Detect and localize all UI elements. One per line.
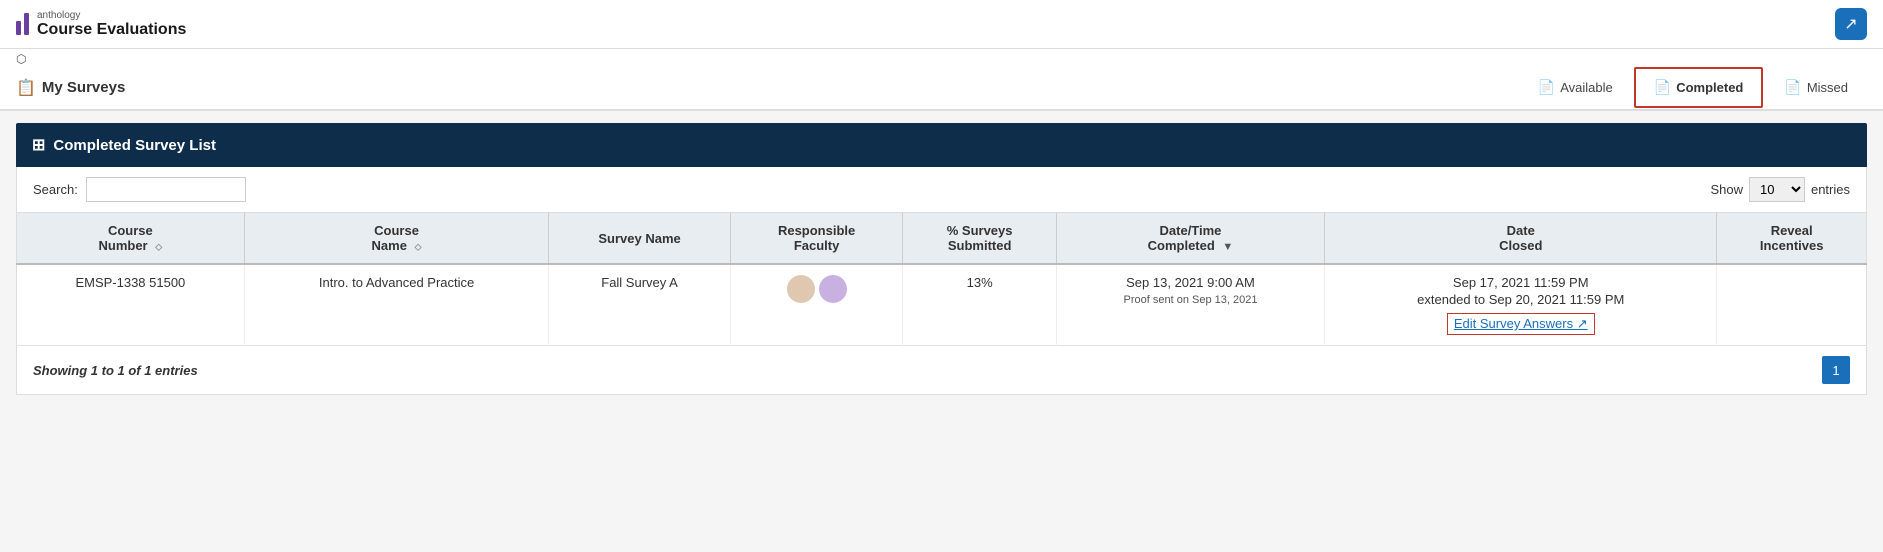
table-controls: Search: Show 10 25 50 100 entries <box>16 167 1867 213</box>
date-completed-value: Sep 13, 2021 9:00 AM <box>1126 275 1255 290</box>
main-container: ⊞ Completed Survey List Search: Show 10 … <box>0 111 1883 407</box>
completed-survey-table: CourseNumber ⬦ CourseName ⬦ Survey Name … <box>16 213 1867 346</box>
percent-submitted-value: 13% <box>967 275 993 290</box>
col-header-responsible-faculty: ResponsibleFaculty <box>730 213 903 264</box>
cell-course-number: EMSP-1338 51500 <box>17 264 245 346</box>
col-header-survey-name: Survey Name <box>549 213 730 264</box>
available-tab-label: Available <box>1560 80 1613 95</box>
page-title: 📋 My Surveys <box>16 78 1519 98</box>
col-header-date-completed[interactable]: Date/TimeCompleted ▼ <box>1056 213 1324 264</box>
cell-percent-submitted: 13% <box>903 264 1056 346</box>
table-header-row: CourseNumber ⬦ CourseName ⬦ Survey Name … <box>17 213 1867 264</box>
cell-course-name: Intro. to Advanced Practice <box>244 264 549 346</box>
tab-completed[interactable]: 📄 Completed <box>1634 67 1764 108</box>
logo-bar-2 <box>24 13 29 35</box>
col-header-date-closed: DateClosed <box>1325 213 1717 264</box>
missed-tab-icon: 📄 <box>1784 79 1801 96</box>
col-header-course-number[interactable]: CourseNumber ⬦ <box>17 213 245 264</box>
survey-name-value: Fall Survey A <box>601 275 678 290</box>
proof-sent-text: Proof sent on Sep 13, 2021 <box>1069 294 1312 306</box>
tab-missed[interactable]: 📄 Missed <box>1765 68 1867 107</box>
col-header-course-name[interactable]: CourseName ⬦ <box>244 213 549 264</box>
table-row: EMSP-1338 51500 Intro. to Advanced Pract… <box>17 264 1867 346</box>
available-tab-icon: 📄 <box>1538 79 1555 96</box>
edit-survey-label: Edit Survey Answers ↗ <box>1454 316 1588 331</box>
avatar-2 <box>819 275 847 303</box>
cell-reveal-incentives <box>1717 264 1867 346</box>
course-name-value: Intro. to Advanced Practice <box>319 275 474 290</box>
nav-tabs: 📄 Available 📄 Completed 📄 Missed <box>1519 67 1867 108</box>
logo-bar-1 <box>16 21 21 35</box>
section-header: ⊞ Completed Survey List <box>16 123 1867 167</box>
show-area: Show 10 25 50 100 entries <box>1710 177 1850 202</box>
logo-bottom-text: Course Evaluations <box>37 21 186 39</box>
date-closed-value: Sep 17, 2021 11:59 PM <box>1337 275 1704 290</box>
avatar-1 <box>787 275 815 303</box>
logo-bars <box>16 13 29 35</box>
search-input[interactable] <box>86 177 246 202</box>
pagination: 1 <box>1822 356 1850 384</box>
completed-tab-label: Completed <box>1676 80 1743 95</box>
sub-header-external-link[interactable]: ⬡ <box>16 52 26 66</box>
show-label: Show <box>1710 182 1743 197</box>
page-title-text: My Surveys <box>42 79 125 96</box>
date-extended-value: extended to Sep 20, 2021 11:59 PM <box>1337 292 1704 307</box>
search-area: Search: <box>33 177 246 202</box>
edit-survey-answers-link[interactable]: Edit Survey Answers ↗ <box>1447 313 1595 335</box>
surveys-icon: 📋 <box>16 78 36 98</box>
logo-area: anthology Course Evaluations <box>16 10 186 39</box>
sort-icon-course-name: ⬦ <box>415 242 422 253</box>
missed-tab-label: Missed <box>1807 80 1848 95</box>
cell-responsible-faculty <box>730 264 903 346</box>
show-entries-select[interactable]: 10 25 50 100 <box>1749 177 1805 202</box>
completed-tab-icon: 📄 <box>1654 79 1671 96</box>
top-header: anthology Course Evaluations ↗ <box>0 0 1883 49</box>
course-number-value: EMSP-1338 51500 <box>75 275 185 290</box>
showing-entries-text: Showing 1 to 1 of 1 entries <box>33 363 198 378</box>
page-1-label: 1 <box>1832 363 1839 378</box>
page-1-button[interactable]: 1 <box>1822 356 1850 384</box>
logo-text-area: anthology Course Evaluations <box>37 10 186 39</box>
sub-header: 📋 My Surveys 📄 Available 📄 Completed 📄 M… <box>0 66 1883 110</box>
faculty-avatar <box>787 275 847 303</box>
logo-top-text: anthology <box>37 10 186 21</box>
sort-icon-course-number: ⬦ <box>155 242 162 253</box>
cell-survey-name: Fall Survey A <box>549 264 730 346</box>
col-header-percent-submitted: % SurveysSubmitted <box>903 213 1056 264</box>
table-footer: Showing 1 to 1 of 1 entries 1 <box>16 346 1867 395</box>
cell-date-completed: Sep 13, 2021 9:00 AM Proof sent on Sep 1… <box>1056 264 1324 346</box>
sort-icon-date-completed: ▼ <box>1222 241 1233 253</box>
tab-available[interactable]: 📄 Available <box>1519 68 1632 107</box>
entries-label: entries <box>1811 182 1850 197</box>
section-title: Completed Survey List <box>53 137 216 154</box>
cell-date-closed: Sep 17, 2021 11:59 PM extended to Sep 20… <box>1325 264 1717 346</box>
search-label: Search: <box>33 182 78 197</box>
grid-icon: ⊞ <box>32 135 45 155</box>
top-right-action-button[interactable]: ↗ <box>1835 8 1867 40</box>
col-header-reveal-incentives: RevealIncentives <box>1717 213 1867 264</box>
